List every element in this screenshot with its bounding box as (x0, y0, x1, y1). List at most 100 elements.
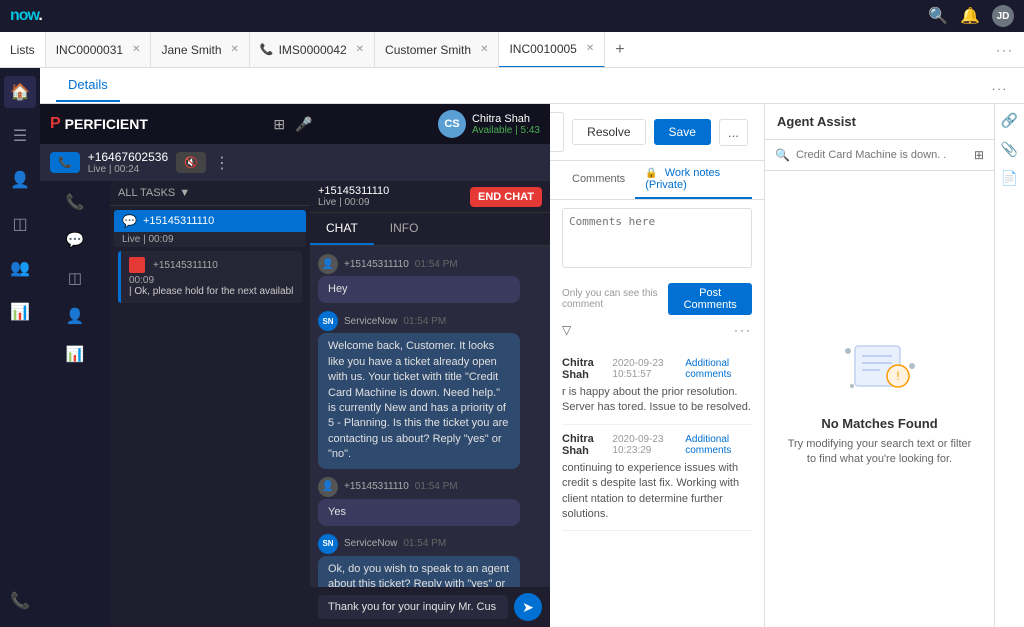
cti-task-panel: ALL TASKS ▼ 💬 +15145311110 (110, 181, 310, 627)
right-paperclip-icon[interactable]: 📎 (1001, 141, 1018, 158)
cti-call-button[interactable]: 📞 (50, 152, 80, 173)
cti-person-left-icon[interactable]: 👤 (62, 303, 89, 329)
chat-message-4-meta: SN ServiceNow 01:54 PM (318, 534, 542, 554)
cti-agent-avatar: CS (438, 110, 466, 138)
cti-task-number: +15145311110 (153, 260, 218, 271)
details-more-button[interactable]: ... (992, 79, 1008, 93)
activity-text-1: continuing to experience issues with cre… (562, 461, 752, 523)
chat-avatar-sn-2: SN (318, 534, 338, 554)
cti-mute-button[interactable]: 🔇 (176, 152, 206, 173)
sidebar-home-icon[interactable]: 🏠 (4, 76, 36, 108)
agent-assist-filter-icon[interactable]: ⊞ (974, 148, 984, 162)
tab-inc0010005[interactable]: INC0010005 ✕ (499, 32, 605, 68)
assign-to-me-button[interactable]: Assign to me (550, 112, 564, 152)
cti-task-badge (129, 257, 145, 273)
cti-layers-left-icon[interactable]: ◫ (64, 265, 86, 291)
chat-bubble-4: Ok, do you wish to speak to an agent abo… (318, 556, 520, 587)
cti-chat-time-display: Live | 00:09 (114, 232, 306, 247)
sidebar-layers-icon[interactable]: ◫ (4, 208, 36, 240)
tab-ims0000042[interactable]: 📞 IMS0000042 ✕ (250, 32, 375, 68)
more-tabs-button[interactable]: ··· (986, 32, 1024, 68)
split-view: P PERFICIENT ⊞ 🎤 CS Chitra Shah Availabl… (40, 104, 1024, 627)
cti-grid-icon[interactable]: ⊞ (273, 116, 285, 133)
activity-filter-icon[interactable]: ▽ (562, 323, 571, 337)
cti-chat-input[interactable] (318, 595, 508, 619)
tab-lists[interactable]: Lists (0, 32, 46, 68)
no-matches-area: ! No Matches Found Try modifying your se… (765, 171, 994, 627)
cti-active-call-info: +16467602536 Live | 00:24 (88, 150, 168, 175)
activity-link-1[interactable]: Additional comments (685, 434, 752, 456)
activity-date-0: 2020-09-23 10:51:57 (612, 358, 679, 380)
chat-message-2-meta: SN ServiceNow 01:54 PM (318, 311, 542, 331)
tab-customer-smith[interactable]: Customer Smith ✕ (375, 32, 499, 68)
chat-avatar-user-1: 👤 (318, 254, 338, 274)
sidebar-menu-icon[interactable]: ☰ (4, 120, 36, 152)
comments-textarea[interactable] (562, 208, 752, 268)
activity-item-0-header: Chitra Shah 2020-09-23 10:51:57 Addition… (562, 357, 752, 381)
work-notes-tab[interactable]: 🔒 Work notes (Private) (635, 161, 752, 199)
chat-sender-4: ServiceNow (344, 538, 397, 549)
sidebar-user-icon[interactable]: 👤 (4, 164, 36, 196)
details-tab[interactable]: Details (56, 69, 120, 102)
save-button[interactable]: Save (654, 119, 711, 145)
cti-chat-left-icon[interactable]: 💬 (62, 227, 89, 253)
cti-top-bar: P PERFICIENT ⊞ 🎤 CS Chitra Shah Availabl… (40, 104, 550, 144)
cti-send-button[interactable]: ➤ (514, 593, 542, 621)
resolve-button[interactable]: Resolve (572, 119, 645, 145)
cti-phone-left-icon[interactable]: 📞 (62, 189, 89, 215)
notification-icon[interactable]: 🔔 (960, 6, 980, 26)
cti-dropdown-arrow[interactable]: ▼ (179, 187, 190, 199)
agent-assist-search-input[interactable] (796, 149, 968, 161)
cti-agent-info: CS Chitra Shah Available | 5:43 (438, 110, 540, 138)
cti-chat-number: +15145311110 (143, 215, 214, 227)
sidebar-chart-icon[interactable]: 📊 (4, 296, 36, 328)
cti-chat-input-bar: ➤ (310, 587, 550, 627)
tab-inc0000031-close[interactable]: ✕ (132, 44, 140, 55)
cti-all-tasks-label: ALL TASKS (118, 187, 175, 199)
cti-logo: P PERFICIENT (50, 115, 148, 133)
form-more-button[interactable]: ... (719, 119, 748, 146)
tab-customer-smith-close[interactable]: ✕ (480, 44, 488, 55)
sidebar-people-icon[interactable]: 👥 (4, 252, 36, 284)
cti-chart-left-icon[interactable]: 📊 (62, 341, 89, 367)
tab-jane-smith-close[interactable]: ✕ (231, 44, 239, 55)
tab-inc0010005-close[interactable]: ✕ (586, 43, 594, 54)
cti-logo-text: PERFICIENT (65, 116, 148, 132)
right-doc-icon[interactable]: 📄 (1001, 170, 1018, 187)
sidebar-phone-icon[interactable]: 📞 (4, 585, 36, 617)
cti-chat-header-time: Live | 00:09 (318, 197, 389, 208)
tab-customer-smith-label: Customer Smith (385, 43, 471, 57)
main-layout: 🏠 ☰ 👤 ◫ 👥 📊 📞 Details ... P PERFICIENT (0, 68, 1024, 627)
tab-jane-smith[interactable]: Jane Smith ✕ (151, 32, 249, 68)
search-icon[interactable]: 🔍 (928, 6, 948, 26)
cti-active-task[interactable]: 💬 +15145311110 Live | 00:09 (114, 210, 306, 247)
tab-ims0000042-close[interactable]: ✕ (356, 44, 364, 55)
cti-task-queue-item[interactable]: +15145311110 00:09 | Ok, please hold for… (118, 251, 302, 303)
chat-time-4: 01:54 PM (403, 538, 446, 549)
cti-agent-name: Chitra Shah (472, 113, 540, 125)
right-link-icon[interactable]: 🔗 (1001, 112, 1018, 129)
cti-chat-tab[interactable]: CHAT (310, 213, 374, 245)
activity-link-0[interactable]: Additional comments (685, 358, 752, 380)
cti-logo-p: P (50, 115, 61, 133)
tab-inc0000031[interactable]: INC0000031 ✕ (46, 32, 152, 68)
activity-date-1: 2020-09-23 10:23:29 (612, 434, 679, 456)
activity-text-0: r is happy about the prior resolution. S… (562, 385, 752, 416)
chat-bubble-1: Hey (318, 276, 520, 303)
comments-area (550, 200, 764, 279)
cti-mic-icon[interactable]: 🎤 (295, 116, 312, 133)
post-comments-button[interactable]: Post Comments (668, 283, 752, 315)
user-avatar[interactable]: JD (992, 5, 1014, 27)
add-tab-button[interactable]: + (605, 32, 634, 68)
activity-more-icon[interactable]: ··· (734, 323, 752, 337)
cti-all-tasks-header: ALL TASKS ▼ (110, 181, 310, 206)
chat-bubble-2: Welcome back, Customer. It looks like yo… (318, 333, 520, 468)
cti-more-icon[interactable]: ⋮ (214, 153, 230, 173)
end-chat-button[interactable]: END CHAT (470, 187, 542, 207)
tab-ims0000042-label: IMS0000042 (279, 43, 347, 57)
cti-chat-tabs: CHAT INFO (310, 213, 550, 246)
chat-time-3: 01:54 PM (415, 481, 458, 492)
activity-item-0: Chitra Shah 2020-09-23 10:51:57 Addition… (562, 349, 752, 425)
comments-tab[interactable]: Comments (562, 167, 635, 193)
cti-info-tab[interactable]: INFO (374, 213, 435, 245)
